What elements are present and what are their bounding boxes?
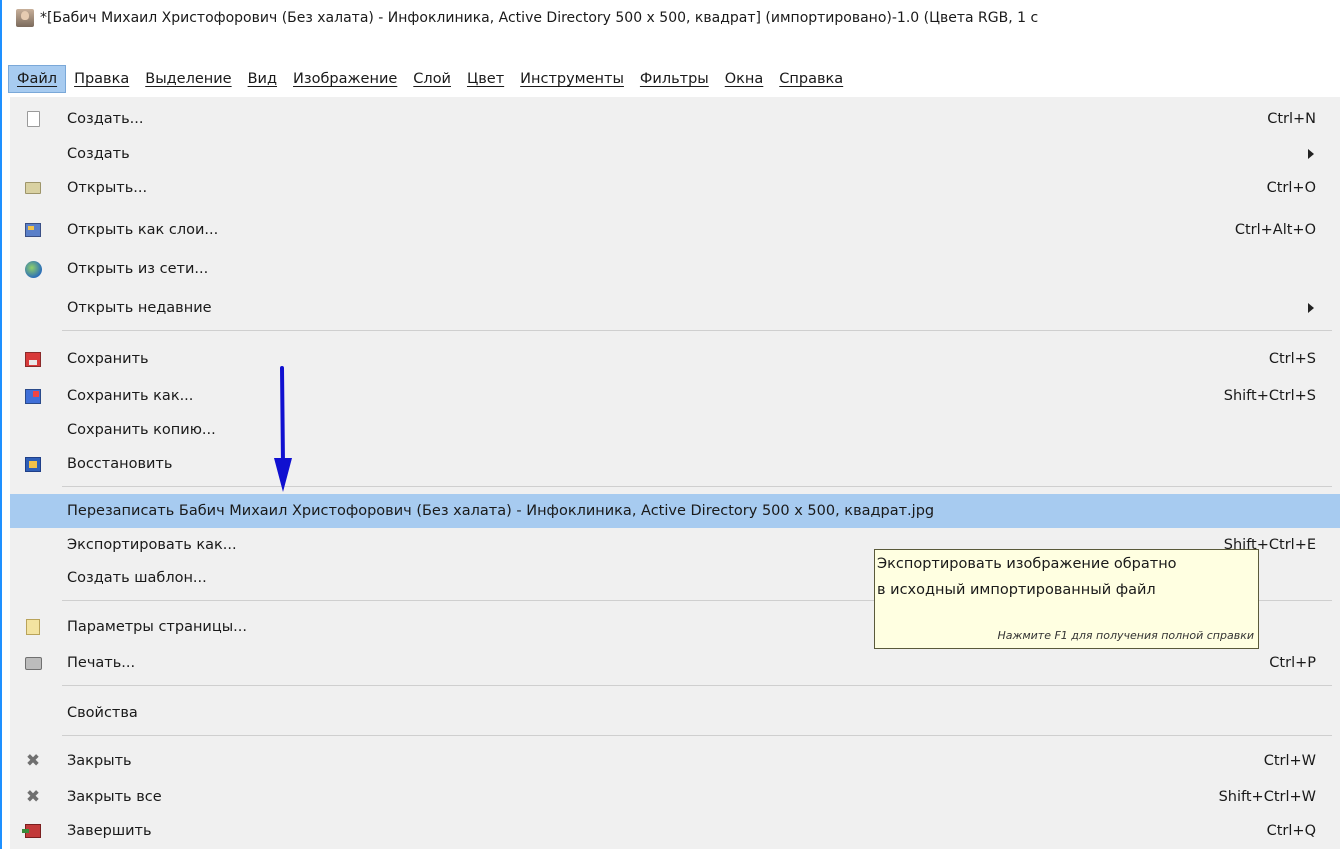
close-icon: ✖ (25, 750, 41, 771)
menu-item-label: Открыть недавние (67, 300, 212, 316)
close-all-icon: ✖ (25, 786, 41, 807)
menu-item-label: Свойства (67, 705, 138, 721)
menu-filters[interactable]: Фильтры (632, 66, 717, 92)
tooltip-hint: Нажмите F1 для получения полной справки (997, 629, 1254, 642)
menu-windows[interactable]: Окна (717, 66, 772, 92)
annotation-arrow-icon (274, 366, 292, 492)
menu-item-label: Перезаписать Бабич Михаил Христофорович … (67, 503, 935, 519)
submenu-arrow-icon (1308, 303, 1314, 313)
window-title: *[Бабич Михаил Христофорович (Без халата… (40, 10, 1039, 26)
menu-item-shortcut: Ctrl+N (1267, 111, 1316, 127)
menu-item-label: Открыть из сети... (67, 261, 209, 277)
open-as-layers-icon (24, 221, 42, 239)
menu-help[interactable]: Справка (771, 66, 851, 92)
menu-item-close[interactable]: ✖ Закрыть Ctrl+W (10, 744, 1340, 778)
menu-item-shortcut: Ctrl+Alt+O (1234, 222, 1316, 238)
menu-item-save-as[interactable]: Сохранить как... Shift+Ctrl+S (10, 379, 1340, 413)
menu-item-label: Параметры страницы... (67, 619, 248, 635)
menu-item-label: Сохранить как... (67, 388, 194, 404)
menu-colors[interactable]: Цвет (459, 66, 512, 92)
menu-select[interactable]: Выделение (137, 66, 239, 92)
menu-item-shortcut: Ctrl+O (1266, 180, 1316, 196)
menu-separator (62, 735, 1332, 736)
menu-item-save[interactable]: Сохранить Ctrl+S (10, 342, 1340, 376)
menu-item-new[interactable]: Создать... Ctrl+N (10, 102, 1340, 136)
menu-tools[interactable]: Инструменты (512, 66, 632, 92)
menu-item-label: Создать шаблон... (67, 570, 207, 586)
menu-item-revert[interactable]: Восстановить (10, 447, 1340, 481)
menu-item-label: Сохранить копию... (67, 422, 216, 438)
menu-item-print[interactable]: Печать... Ctrl+P (10, 646, 1340, 680)
menu-item-shortcut: Ctrl+Q (1266, 823, 1316, 839)
save-icon (24, 350, 42, 368)
menu-item-label: Открыть как слои... (67, 222, 219, 238)
menu-bar: Файл Правка Выделение Вид Изображение Сл… (2, 62, 1340, 96)
menu-item-label: Сохранить (67, 351, 149, 367)
menu-edit[interactable]: Правка (66, 66, 137, 92)
menu-item-create-submenu[interactable]: Создать (10, 137, 1340, 171)
quit-icon (22, 822, 42, 840)
file-menu-dropdown: Создать... Ctrl+N Создать Открыть... Ctr… (10, 97, 1340, 849)
submenu-arrow-icon (1308, 149, 1314, 159)
menu-item-quit[interactable]: Завершить Ctrl+Q (10, 814, 1340, 848)
menu-item-label: Восстановить (67, 456, 173, 472)
title-bar[interactable]: *[Бабич Михаил Христофорович (Без халата… (2, 0, 1340, 36)
menu-separator (62, 486, 1332, 487)
tooltip-line-1: Экспортировать изображение обратно (877, 556, 1177, 572)
menu-view[interactable]: Вид (240, 66, 285, 92)
tooltip: Экспортировать изображение обратно в исх… (874, 549, 1259, 649)
revert-icon (24, 455, 42, 473)
menu-item-shortcut: Shift+Ctrl+S (1223, 388, 1316, 404)
menu-item-properties[interactable]: Свойства (10, 696, 1340, 730)
new-document-icon (24, 110, 42, 128)
menu-item-label: Завершить (67, 823, 152, 839)
menu-item-label: Открыть... (67, 180, 148, 196)
app-icon (16, 9, 34, 27)
menu-item-shortcut: Ctrl+S (1268, 351, 1316, 367)
menu-separator (62, 685, 1332, 686)
menu-item-label: Закрыть все (67, 789, 162, 805)
menu-separator (62, 330, 1332, 331)
menu-item-close-all[interactable]: ✖ Закрыть все Shift+Ctrl+W (10, 780, 1340, 814)
menu-item-label: Создать (67, 146, 130, 162)
menu-item-open-as-layers[interactable]: Открыть как слои... Ctrl+Alt+O (10, 213, 1340, 247)
menu-image[interactable]: Изображение (285, 66, 405, 92)
save-as-icon (24, 387, 42, 405)
printer-icon (24, 654, 42, 672)
folder-icon (24, 179, 42, 197)
menu-item-overwrite[interactable]: Перезаписать Бабич Михаил Христофорович … (10, 494, 1340, 528)
menu-item-open-location[interactable]: Открыть из сети... (10, 252, 1340, 286)
menu-item-label: Экспортировать как... (67, 537, 237, 553)
tooltip-line-2: в исходный импортированный файл (877, 582, 1156, 598)
menu-item-label: Закрыть (67, 753, 132, 769)
window-border (0, 0, 2, 849)
menu-file[interactable]: Файл (8, 65, 67, 93)
menu-item-save-copy[interactable]: Сохранить копию... (10, 413, 1340, 447)
globe-icon (24, 260, 42, 278)
menu-item-shortcut: Ctrl+W (1263, 753, 1316, 769)
menu-item-open-recent[interactable]: Открыть недавние (10, 291, 1340, 325)
menu-item-label: Создать... (67, 111, 144, 127)
menu-item-open[interactable]: Открыть... Ctrl+O (10, 171, 1340, 205)
menu-item-shortcut: Shift+Ctrl+W (1218, 789, 1316, 805)
menu-item-label: Печать... (67, 655, 136, 671)
menu-layer[interactable]: Слой (405, 66, 459, 92)
menu-item-shortcut: Ctrl+P (1269, 655, 1316, 671)
page-setup-icon (24, 618, 42, 636)
